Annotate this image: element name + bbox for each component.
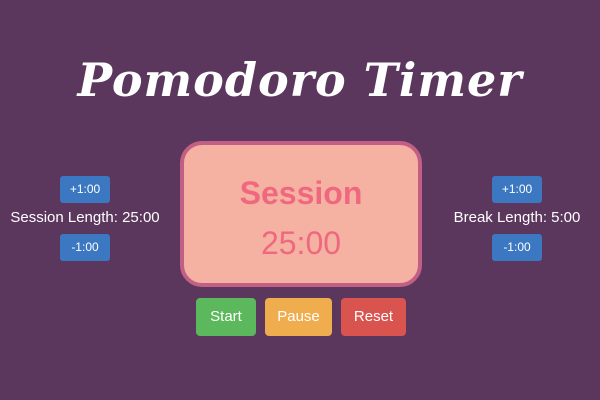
pause-button[interactable]: Pause — [265, 298, 332, 336]
start-button[interactable]: Start — [196, 298, 256, 336]
reset-button[interactable]: Reset — [341, 298, 406, 336]
session-length-panel: +1:00 Session Length: 25:00 -1:00 — [0, 174, 170, 264]
break-length-panel: +1:00 Break Length: 5:00 -1:00 — [432, 174, 600, 264]
break-length-label: Break Length: 5:00 — [453, 209, 581, 226]
timer-controls: Start Pause Reset — [196, 298, 408, 336]
timer-display: Session 25:00 — [180, 141, 422, 287]
break-decrement-button[interactable]: -1:00 — [492, 234, 542, 261]
session-increment-button[interactable]: +1:00 — [60, 176, 110, 203]
session-decrement-button[interactable]: -1:00 — [60, 234, 110, 261]
timer-mode-label: Session — [239, 175, 363, 211]
break-increment-button[interactable]: +1:00 — [492, 176, 542, 203]
page-title: Pomodoro Timer — [77, 53, 523, 107]
timer-countdown: 25:00 — [260, 225, 342, 261]
session-length-label: Session Length: 25:00 — [10, 209, 160, 226]
